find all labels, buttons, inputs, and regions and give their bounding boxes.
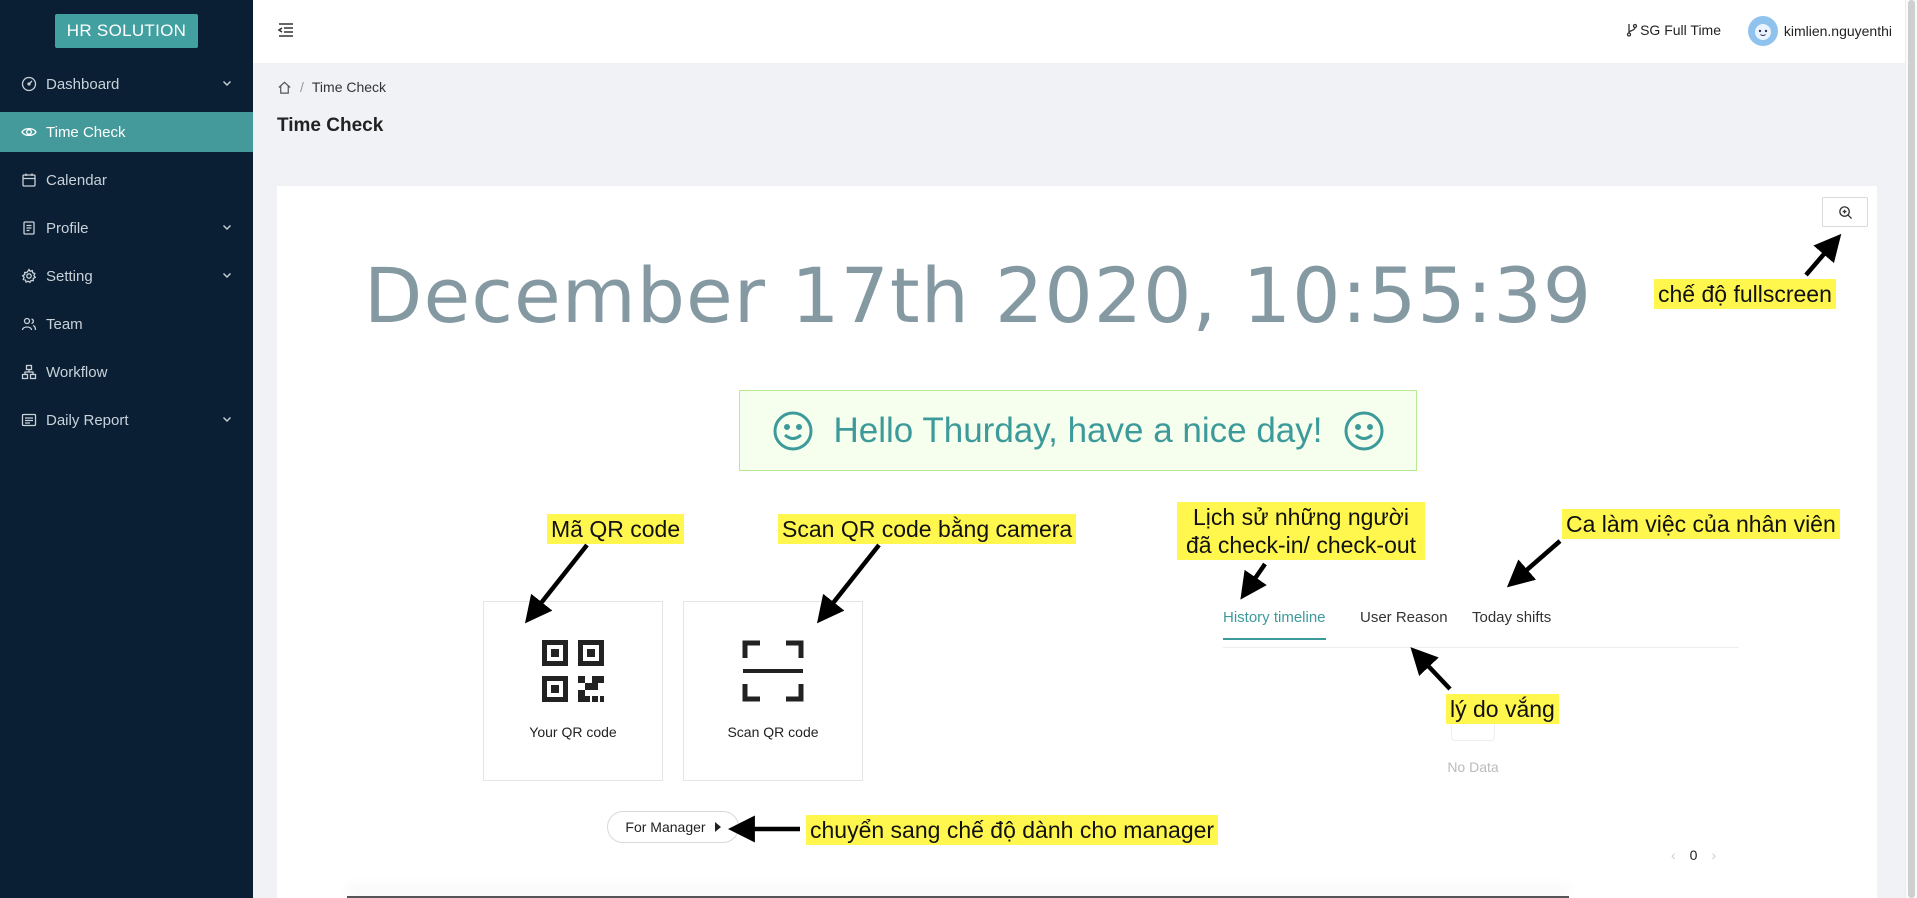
sidebar: HR SOLUTION Dashboard Time Check Calenda… (0, 0, 253, 898)
breadcrumb: / Time Check (277, 79, 386, 95)
page-title: Time Check (277, 115, 384, 136)
annotation-manager: chuyển sang chế độ dành cho manager (806, 815, 1219, 845)
sidebar-item-label: Team (46, 315, 83, 333)
fullscreen-button[interactable] (1822, 197, 1868, 227)
sidebar-item-team[interactable]: Team (0, 304, 253, 344)
tab-user-reason[interactable]: User Reason (1360, 609, 1448, 638)
your-qr-code-card[interactable]: Your QR code (483, 601, 663, 781)
sidebar-item-profile[interactable]: Profile (0, 208, 253, 248)
page-number[interactable]: 0 (1690, 847, 1698, 863)
team-icon (21, 316, 37, 332)
prev-page-icon[interactable]: ‹ (1671, 847, 1676, 863)
logo-wrap: HR SOLUTION (0, 0, 253, 62)
qr-code-icon (542, 640, 604, 702)
sidebar-item-label: Dashboard (46, 75, 120, 93)
username: kimlien.nguyenthi (1783, 23, 1892, 39)
sidebar-item-label: Setting (46, 267, 93, 285)
history-tabs: History timeline User Reason Today shift… (1223, 596, 1739, 648)
menu-fold-icon[interactable] (277, 21, 295, 39)
scrollbar-thumb[interactable] (1908, 0, 1915, 898)
empty-state: No Data (1433, 721, 1513, 775)
zoom-in-icon (1838, 205, 1852, 219)
sidebar-item-calendar[interactable]: Calendar (0, 160, 253, 200)
page-scrollbar[interactable] (1905, 0, 1917, 898)
chevron-down-icon (223, 81, 231, 86)
avatar (1747, 16, 1778, 46)
scan-icon (742, 640, 804, 702)
clock-display: December 17th 2020, 10:55:39 (277, 251, 1877, 340)
user-menu[interactable]: kimlien.nguyenthi (1747, 16, 1892, 46)
annotation-reason: lý do vắng (1446, 694, 1559, 724)
sidebar-item-setting[interactable]: Setting (0, 256, 253, 296)
next-page-icon[interactable]: › (1711, 847, 1716, 863)
empty-box-icon (1451, 721, 1495, 741)
annotation-shifts: Ca làm việc của nhân viên (1562, 509, 1840, 539)
tab-today-shifts[interactable]: Today shifts (1472, 609, 1551, 638)
home-icon[interactable] (277, 80, 292, 95)
sidebar-item-daily-report[interactable]: Daily Report (0, 400, 253, 440)
dashboard-icon (21, 76, 37, 92)
greeting-text: Hello Thurday, have a nice day! (833, 410, 1323, 450)
eye-icon (21, 124, 37, 140)
workflow-icon (21, 364, 37, 380)
sidebar-item-label: Calendar (46, 171, 107, 189)
time-check-card: December 17th 2020, 10:55:39 Hello Thurd… (277, 186, 1877, 898)
breadcrumb-separator: / (300, 79, 304, 95)
chevron-down-icon (223, 273, 231, 278)
sidebar-item-label: Daily Report (46, 411, 129, 429)
greeting-banner: Hello Thurday, have a nice day! (739, 390, 1417, 471)
scan-qr-code-label: Scan QR code (727, 724, 819, 740)
chevron-down-icon (223, 417, 231, 422)
smile-icon (773, 411, 812, 450)
for-manager-button[interactable]: For Manager (607, 811, 739, 843)
annotation-history-line2: đã check-in/ check-out (1185, 532, 1417, 558)
branch-label: SG Full Time (1640, 22, 1721, 38)
branch-selector[interactable]: SG Full Time (1626, 22, 1721, 38)
tab-history-timeline[interactable]: History timeline (1223, 609, 1326, 640)
branch-icon (1626, 23, 1638, 37)
pagination: ‹ 0 › (1671, 847, 1716, 863)
annotation-scan-camera: Scan QR code bằng camera (778, 514, 1077, 544)
clock-text: December 17th 2020, 10:55:39 (363, 251, 1593, 340)
top-header: SG Full Time kimlien.nguyenthi (253, 0, 1917, 63)
sidebar-item-workflow[interactable]: Workflow (0, 352, 253, 392)
sidebar-item-label: Workflow (46, 363, 108, 381)
chevron-down-icon (223, 225, 231, 230)
app-logo[interactable]: HR SOLUTION (54, 14, 199, 48)
annotation-qr-code: Mã QR code (547, 514, 685, 544)
smile-icon (1344, 411, 1383, 450)
sidebar-item-label: Time Check (46, 123, 126, 141)
sidebar-item-label: Profile (46, 219, 89, 237)
empty-text: No Data (1447, 759, 1499, 775)
sidebar-item-time-check[interactable]: Time Check (0, 112, 253, 152)
annotation-history: Lịch sử những người đã check-in/ check-o… (1177, 502, 1425, 560)
for-manager-label: For Manager (625, 819, 706, 835)
annotation-fullscreen: chế độ fullscreen (1654, 279, 1836, 309)
sidebar-item-dashboard[interactable]: Dashboard (0, 64, 253, 104)
sidebar-nav: Dashboard Time Check Calendar Profile Se… (0, 64, 253, 440)
your-qr-code-label: Your QR code (529, 724, 617, 740)
gear-icon (21, 268, 37, 284)
calendar-icon (21, 172, 37, 188)
scan-qr-code-card[interactable]: Scan QR code (683, 601, 863, 781)
profile-icon (21, 220, 37, 236)
report-icon (21, 412, 37, 428)
breadcrumb-current: Time Check (311, 79, 387, 95)
annotation-history-line1: Lịch sử những người (1193, 504, 1409, 530)
caret-right-icon (714, 822, 721, 832)
